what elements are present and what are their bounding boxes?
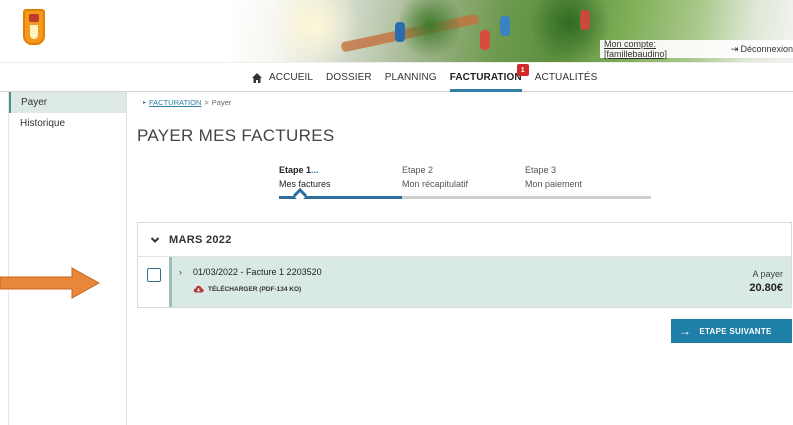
download-link[interactable]: TÉLÉCHARGER (PDF-134 KO)	[193, 285, 301, 293]
step-progress: Etape 1... Mes factures Etape 2 Mon réca…	[279, 163, 651, 203]
chevron-right-icon[interactable]: ›	[179, 267, 182, 277]
step-2-number: Etape 2	[402, 165, 434, 175]
step-3-number: Etape 3	[525, 165, 557, 175]
notification-badge: 1	[516, 64, 529, 76]
nav-item-facturation-label: FACTURATION	[449, 72, 522, 83]
next-step-label: ETAPE SUIVANTE	[699, 326, 772, 336]
step-1-label: Mes factures	[279, 179, 331, 189]
page-title: PAYER MES FACTURES	[137, 126, 335, 145]
cloud-download-icon	[193, 285, 204, 293]
breadcrumb: ▸ FACTURATION > Payer	[143, 98, 231, 107]
invoice-title[interactable]: 01/03/2022 - Facture 1 2203520	[193, 267, 322, 277]
sidebar: Payer Historique	[8, 92, 127, 425]
checkbox-cell	[138, 257, 172, 307]
step-1-number: Etape 1	[279, 165, 312, 175]
home-icon[interactable]	[251, 72, 263, 84]
header: Mon compte: [famillebaudino] ⇥ Déconnexi…	[0, 0, 793, 62]
breadcrumb-separator: >	[204, 98, 209, 107]
step-3-label: Mon paiement	[525, 179, 583, 189]
nav-item-facturation[interactable]: FACTURATION 1	[449, 63, 529, 92]
breadcrumb-arrow-icon: ▸	[143, 100, 147, 106]
invoice-row: › 01/03/2022 - Facture 1 2203520 TÉLÉCHA…	[138, 257, 791, 307]
nav-item-actualites[interactable]: ACTUALITÉS	[535, 63, 598, 92]
month-header[interactable]: MARS 2022	[138, 223, 791, 257]
nav-item-planning[interactable]: PLANNING	[385, 63, 437, 92]
logout-icon: ⇥	[730, 43, 739, 54]
account-bar: Mon compte: [famillebaudino] ⇥ Déconnexi…	[600, 39, 793, 59]
invoice-panel: MARS 2022 › 01/03/2022 - Facture 1 22035…	[137, 222, 792, 308]
nav-item-dossier[interactable]: DOSSIER	[326, 63, 372, 92]
nav-item-accueil[interactable]: ACCUEIL	[269, 63, 313, 92]
step-1: Etape 1... Mes factures	[279, 163, 331, 191]
breadcrumb-link-facturation[interactable]: FACTURATION	[149, 98, 201, 107]
sidebar-item-historique[interactable]: Historique	[9, 113, 126, 134]
main-nav: ACCUEIL DOSSIER PLANNING FACTURATION 1 A…	[0, 62, 793, 92]
sidebar-item-payer[interactable]: Payer	[9, 92, 126, 113]
annotation-arrow-icon	[0, 267, 100, 299]
step-2-label: Mon récapitulatif	[402, 179, 469, 189]
arrow-right-icon: →	[679, 324, 692, 338]
month-label: MARS 2022	[169, 233, 232, 246]
logout-label: Déconnexion	[740, 44, 793, 54]
invoice-checkbox[interactable]	[147, 268, 161, 282]
download-label: TÉLÉCHARGER (PDF-134 KO)	[208, 285, 302, 293]
chevron-down-icon[interactable]	[150, 235, 160, 245]
breadcrumb-current: Payer	[211, 98, 232, 107]
progress-track	[279, 187, 651, 203]
logout-button[interactable]: ⇥ Déconnexion	[723, 44, 793, 55]
invoice-amount: 20.80€	[749, 282, 783, 294]
step-1-dots: ...	[311, 165, 319, 175]
account-link[interactable]: Mon compte: [famillebaudino]	[600, 39, 723, 59]
next-step-button[interactable]: → ETAPE SUIVANTE	[671, 319, 792, 343]
city-logo[interactable]	[23, 9, 45, 45]
step-3: Etape 3 Mon paiement	[525, 163, 582, 191]
invoice-status: A payer	[752, 269, 783, 279]
step-2: Etape 2 Mon récapitulatif	[402, 163, 468, 191]
